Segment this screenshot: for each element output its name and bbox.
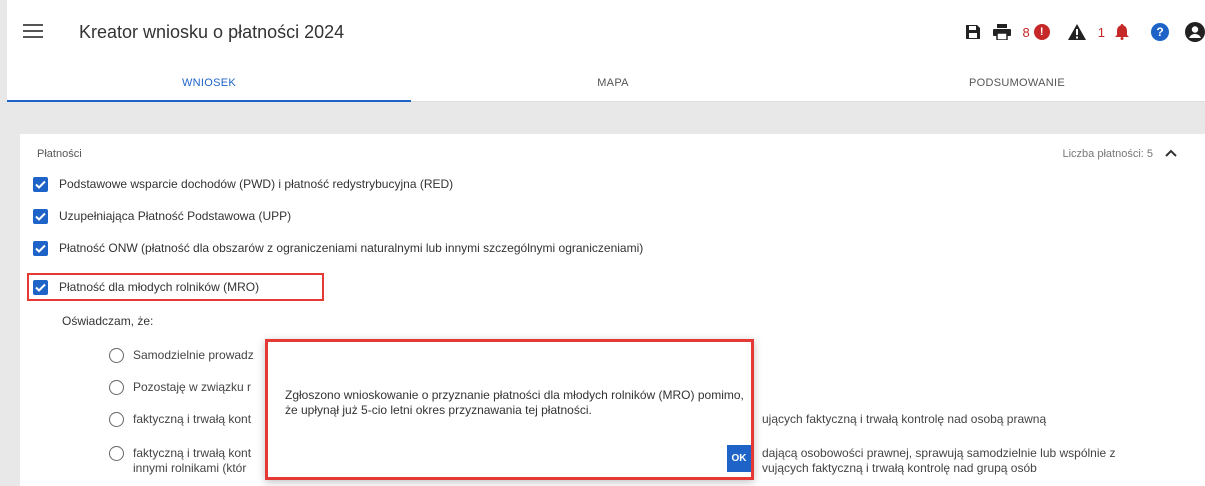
radio-button[interactable] xyxy=(109,412,124,427)
toolbar: 8 ! 1 ? xyxy=(953,20,1205,44)
declaration-text-fragment: dającą osobowości prawnej, sprawują samo… xyxy=(762,446,1116,460)
payment-option-upp[interactable]: Uzupełniająca Płatność Podstawowa (UPP) xyxy=(33,206,291,226)
declaration-option[interactable]: faktyczną i trwałą kont xyxy=(109,412,251,427)
declaration-option[interactable]: faktyczną i trwałą kont innymi rolnikami… xyxy=(109,446,251,476)
payment-option-onw[interactable]: Płatność ONW (płatność dla obszarów z og… xyxy=(33,238,643,258)
payment-label: Podstawowe wsparcie dochodów (PWD) i pła… xyxy=(59,177,454,191)
declaration-option-label: faktyczną i trwałą kont innymi rolnikami… xyxy=(133,446,252,475)
payment-label: Płatność ONW (płatność dla obszarów z og… xyxy=(59,241,644,255)
declaration-option-label: Samodzielnie prowadz xyxy=(133,348,254,362)
dialog-message: Zgłoszono wnioskowanie o przyznanie płat… xyxy=(285,388,744,417)
save-icon[interactable] xyxy=(965,24,981,40)
check-icon[interactable] xyxy=(33,176,48,192)
declaration-text-fragment: ujących faktyczną i trwałą kontrolę nad … xyxy=(762,412,1047,426)
alert-dialog: Zgłoszono wnioskowanie o przyznanie płat… xyxy=(265,339,754,480)
mro-highlight xyxy=(27,273,324,301)
app-header: Kreator wniosku o płatności 2024 8 ! 1 ? xyxy=(7,0,1205,64)
declaration-option[interactable]: Pozostaję w związku r xyxy=(109,380,251,395)
print-icon[interactable] xyxy=(992,24,1011,40)
error-icon[interactable]: ! xyxy=(1033,24,1050,40)
warning-count: 1 xyxy=(1097,24,1105,40)
menu-icon[interactable] xyxy=(23,24,43,40)
declaration-option-label: Pozostaję w związku r xyxy=(133,380,252,394)
check-icon[interactable] xyxy=(33,208,48,224)
payment-label: Uzupełniająca Płatność Podstawowa (UPP) xyxy=(59,209,292,223)
payments-count: Liczba płatności: 5 xyxy=(1062,148,1154,160)
user-icon[interactable] xyxy=(1185,22,1205,42)
bell-icon[interactable] xyxy=(1115,24,1129,40)
payment-option-pwd[interactable]: Podstawowe wsparcie dochodów (PWD) i pła… xyxy=(33,174,453,194)
check-icon[interactable] xyxy=(33,240,48,256)
declaration-option[interactable]: Samodzielnie prowadz xyxy=(109,348,254,363)
radio-button[interactable] xyxy=(109,446,124,461)
warning-icon[interactable] xyxy=(1067,24,1086,40)
radio-button[interactable] xyxy=(109,380,124,395)
section-title: Płatności xyxy=(37,148,82,160)
tab-wniosek[interactable]: WNIOSEK xyxy=(7,64,411,102)
declaration-title: Oświadczam, że: xyxy=(62,314,154,328)
chevron-up-icon[interactable] xyxy=(1164,146,1178,160)
page-title: Kreator wniosku o płatności 2024 xyxy=(79,22,345,42)
declaration-option-label: faktyczną i trwałą kont xyxy=(133,412,252,426)
error-count: 8 xyxy=(1022,24,1030,40)
tab-mapa[interactable]: MAPA xyxy=(411,64,815,102)
active-tab-indicator xyxy=(7,100,411,102)
declaration-text-fragment: vujących faktyczną i trwałą kontrolę nad… xyxy=(762,461,1037,475)
tab-podsumowanie[interactable]: PODSUMOWANIE xyxy=(815,64,1205,102)
ok-button[interactable]: OK xyxy=(727,445,751,472)
help-icon[interactable]: ? xyxy=(1151,23,1169,41)
tab-bar: WNIOSEK MAPA PODSUMOWANIE xyxy=(7,64,1205,102)
radio-button[interactable] xyxy=(109,348,124,363)
